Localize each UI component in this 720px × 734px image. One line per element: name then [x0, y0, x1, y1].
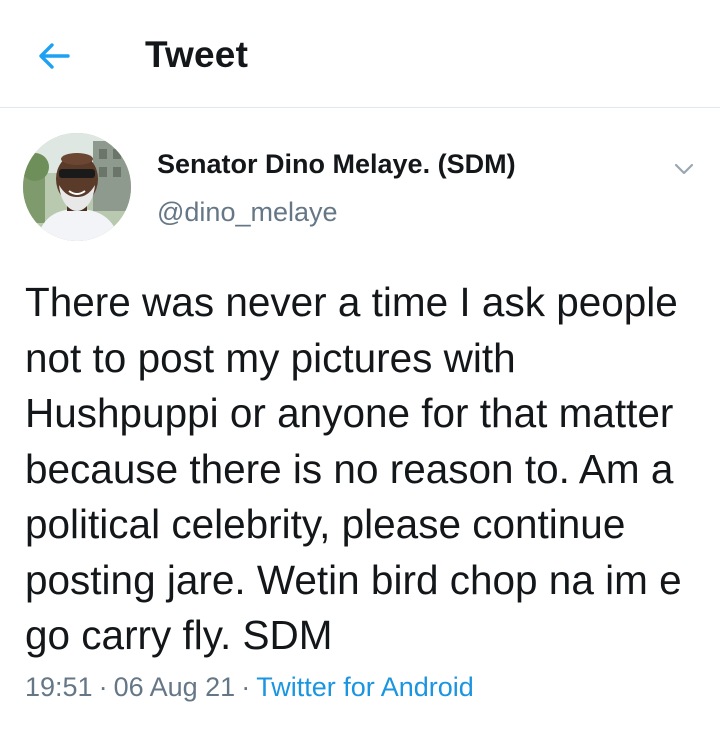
- page-title: Tweet: [145, 34, 249, 75]
- tweet-source-link[interactable]: Twitter for Android: [256, 672, 474, 702]
- arrow-left-icon: [39, 43, 70, 69]
- tweet-text: There was never a time I ask people not …: [25, 279, 682, 658]
- tweet-time: 19:51: [25, 672, 93, 702]
- top-bar: Tweet: [0, 0, 720, 108]
- user-handle[interactable]: @dino_melaye: [157, 197, 338, 228]
- avatar[interactable]: [23, 133, 131, 241]
- tweet-metadata: 19:51 · 06 Aug 21 · Twitter for Android: [25, 672, 474, 703]
- meta-separator: ·: [241, 672, 251, 702]
- meta-separator: ·: [98, 672, 108, 702]
- display-name[interactable]: Senator Dino Melaye. (SDM): [157, 149, 516, 180]
- more-options-button[interactable]: [666, 151, 702, 187]
- tweet-date: 06 Aug 21: [113, 672, 236, 702]
- back-button[interactable]: [30, 32, 78, 80]
- chevron-down-icon: [674, 163, 694, 175]
